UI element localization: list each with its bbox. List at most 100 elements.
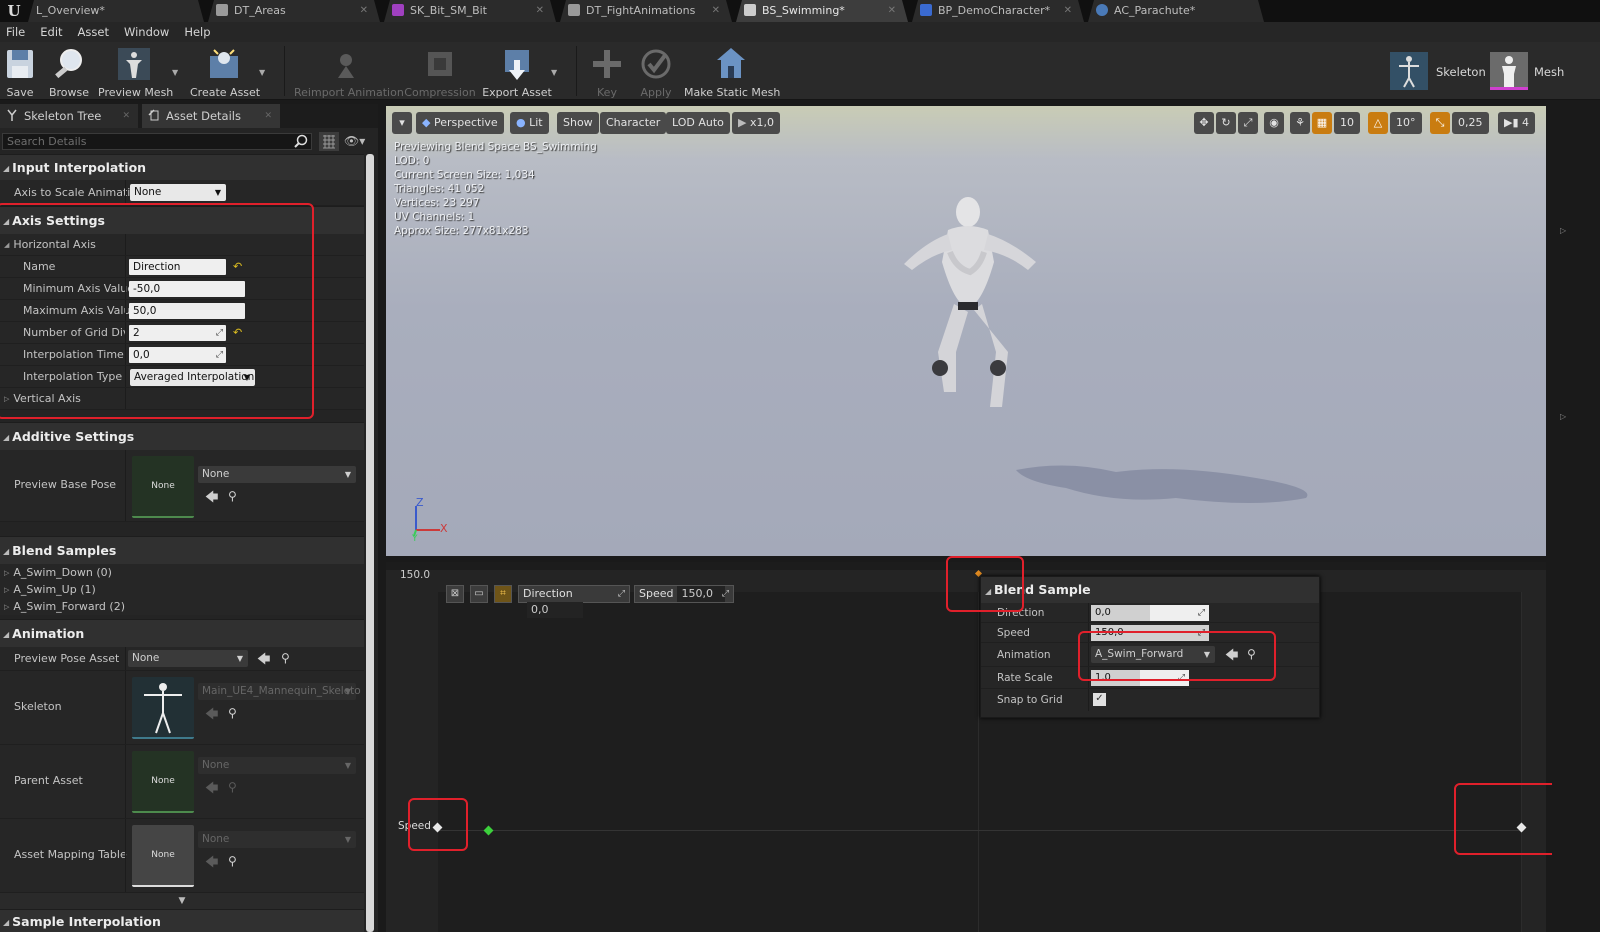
axis-to-scale-dropdown[interactable]: None ▼ — [130, 184, 226, 201]
browse-magnifier-icon[interactable]: ⚲ — [281, 651, 290, 665]
reimport-animation-button[interactable]: Reimport Animation — [294, 44, 404, 100]
playback-speed-button[interactable]: ▶ x1,0 — [732, 112, 780, 134]
parent-asset-dropdown[interactable]: None ▼ — [198, 757, 356, 774]
tab-ac-parachute[interactable]: AC_Parachute* — [1088, 0, 1264, 22]
tab-bs-swimming[interactable]: BS_Swimming* ✕ — [736, 0, 908, 22]
chevron-down-icon[interactable]: ▼ — [172, 68, 178, 77]
tab-asset-details[interactable]: Asset Details ✕ — [142, 104, 280, 128]
skeleton-dropdown[interactable]: Main_UE4_Mannequin_Skeleto ▼ — [198, 683, 361, 700]
scale-snap-value[interactable]: 0,25 — [1452, 112, 1489, 134]
tab-skeleton-tree[interactable]: Skeleton Tree ✕ — [0, 104, 138, 128]
property-matrix-button[interactable] — [319, 132, 339, 151]
tab-sk-bit[interactable]: SK_Bit_SM_Bit ✕ — [384, 0, 556, 22]
base-pose-dropdown[interactable]: None ▼ — [198, 466, 356, 483]
preview-mesh-button[interactable]: Preview Mesh — [98, 44, 173, 100]
viewport-options-chevron-icon[interactable]: ▾ — [392, 112, 412, 134]
create-asset-button[interactable]: Create Asset — [190, 44, 260, 100]
popup-header[interactable]: ◢ Blend Sample — [981, 577, 1319, 603]
save-button[interactable]: Save — [2, 44, 38, 100]
use-selected-arrow-icon[interactable]: 🡄 — [257, 650, 270, 672]
apply-button[interactable]: Apply — [636, 44, 676, 100]
scale-mode-icon[interactable]: ⤢ — [1238, 112, 1258, 134]
grid-snap-value[interactable]: 10 — [1334, 112, 1360, 134]
mapping-table-dropdown[interactable]: None ▼ — [198, 831, 356, 848]
translate-mode-icon[interactable]: ✥ — [1194, 112, 1214, 134]
close-icon[interactable]: ✕ — [888, 0, 896, 22]
menu-edit[interactable]: Edit — [34, 25, 71, 39]
snap-to-grid-checkbox[interactable]: ✓ — [1093, 693, 1106, 706]
collapsed-triangle-icon[interactable]: ▷ — [1560, 412, 1566, 421]
menu-window[interactable]: Window — [118, 25, 178, 39]
spin-arrows-icon: ⤢ — [1197, 608, 1205, 618]
mapping-table-thumbnail[interactable]: None — [132, 825, 194, 887]
blend-sample-item[interactable]: ▷ A_Swim_Down (0) — [0, 564, 364, 581]
category-input-interpolation[interactable]: ◢ Input Interpolation — [0, 154, 364, 180]
preview-pose-dropdown[interactable]: None ▼ — [128, 650, 248, 667]
base-pose-thumbnail[interactable]: None — [132, 456, 194, 518]
close-icon[interactable]: ✕ — [360, 0, 368, 22]
expanded-triangle-icon: ◢ — [3, 630, 10, 639]
coordinate-system-icon[interactable]: ◉ — [1264, 112, 1284, 134]
browse-button[interactable]: Browse — [46, 44, 92, 100]
direction-input[interactable]: Direction 0,0 ⤢ — [518, 585, 630, 618]
use-selected-arrow-icon[interactable]: 🡄 — [205, 488, 218, 510]
collapsed-triangle-icon[interactable]: ▷ — [1560, 226, 1566, 235]
show-button[interactable]: Show — [557, 112, 599, 134]
view-options-eye-icon[interactable]: 👁▾ — [344, 134, 365, 148]
snap-tool-icon[interactable]: ⌗ — [494, 585, 512, 603]
key-button[interactable]: Key — [588, 44, 626, 100]
make-static-mesh-button[interactable]: Make Static Mesh — [684, 44, 780, 100]
select-tool-icon[interactable]: ⊠ — [446, 585, 464, 603]
skeleton-thumbnail[interactable] — [132, 677, 194, 739]
character-button[interactable]: Character — [600, 112, 667, 134]
menu-file[interactable]: File — [0, 25, 34, 39]
blend-sample-item[interactable]: ▷ A_Swim_Forward (2) — [0, 598, 364, 615]
close-icon[interactable]: ✕ — [712, 0, 720, 22]
chevron-down-icon[interactable]: ▼ — [259, 68, 265, 77]
preview-viewport[interactable]: ▾ ◆ Perspective ● Lit Show Character LOD… — [386, 106, 1546, 556]
sample-direction-slider[interactable]: 0,0 ⤢ — [1091, 605, 1209, 621]
frame-tool-icon[interactable]: ▭ — [470, 585, 488, 603]
close-icon[interactable]: ✕ — [264, 104, 272, 128]
blendspace-editor[interactable]: 150.0 ⊠ ▭ ⌗ Direction0,0 ⤢ Speed 150,0 ⤢ Sp… — [386, 562, 1546, 932]
parent-asset-thumbnail[interactable]: None — [132, 751, 194, 813]
browse-magnifier-icon[interactable]: ⚲ — [228, 854, 237, 868]
category-additive-settings[interactable]: ◢ Additive Settings — [0, 422, 364, 450]
export-asset-button[interactable]: Export Asset — [482, 44, 552, 100]
mesh-mode-button[interactable]: Mesh — [1490, 52, 1600, 94]
grid-snap-icon[interactable]: ▦ — [1312, 112, 1332, 134]
blend-sample-item[interactable]: ▷ A_Swim_Up (1) — [0, 581, 364, 598]
export-asset-label: Export Asset — [482, 86, 552, 99]
browse-magnifier-icon[interactable]: ⚲ — [228, 489, 237, 503]
tab-dt-fightanimations[interactable]: DT_FightAnimations ✕ — [560, 0, 732, 22]
perspective-button[interactable]: ◆ Perspective — [416, 112, 504, 134]
close-icon[interactable]: ✕ — [536, 0, 544, 22]
lod-button[interactable]: LOD Auto — [666, 112, 730, 134]
camera-speed-button[interactable]: ▶▮ 4 — [1498, 112, 1536, 134]
menu-asset[interactable]: Asset — [72, 25, 118, 39]
category-animation[interactable]: ◢ Animation — [0, 619, 364, 647]
browse-magnifier-icon[interactable]: ⚲ — [228, 706, 237, 720]
menu-help[interactable]: Help — [178, 25, 219, 39]
lit-button[interactable]: ● Lit — [510, 112, 549, 134]
details-scrollbar[interactable] — [366, 154, 374, 932]
category-sample-interpolation[interactable]: ◢ Sample Interpolation — [0, 909, 364, 932]
tab-l-overview[interactable]: L_Overview* — [28, 0, 204, 22]
scale-snap-icon[interactable]: ⤡ — [1430, 112, 1450, 134]
compression-button[interactable]: Compression — [404, 44, 476, 100]
rotation-snap-value[interactable]: 10° — [1390, 112, 1422, 134]
close-icon[interactable]: ✕ — [122, 104, 130, 128]
rotation-snap-icon[interactable]: △ — [1368, 112, 1388, 134]
surface-snap-icon[interactable]: ⚘ — [1290, 112, 1310, 134]
speed-input[interactable]: Speed 150,0 ⤢ — [634, 585, 734, 603]
tab-dt-areas[interactable]: DT_Areas ✕ — [208, 0, 380, 22]
search-input[interactable] — [2, 133, 312, 150]
skeleton-mode-button[interactable]: Skeleton — [1390, 52, 1486, 94]
close-icon[interactable]: ✕ — [1064, 0, 1072, 22]
tab-bp-democharacter[interactable]: BP_DemoCharacter* ✕ — [912, 0, 1084, 22]
rotate-mode-icon[interactable]: ↻ — [1216, 112, 1236, 134]
category-blend-samples[interactable]: ◢ Blend Samples — [0, 536, 364, 564]
apply-label: Apply — [640, 86, 672, 99]
advanced-expand-chevron-icon[interactable]: ▼ — [0, 893, 364, 909]
chevron-down-icon[interactable]: ▼ — [551, 68, 557, 77]
